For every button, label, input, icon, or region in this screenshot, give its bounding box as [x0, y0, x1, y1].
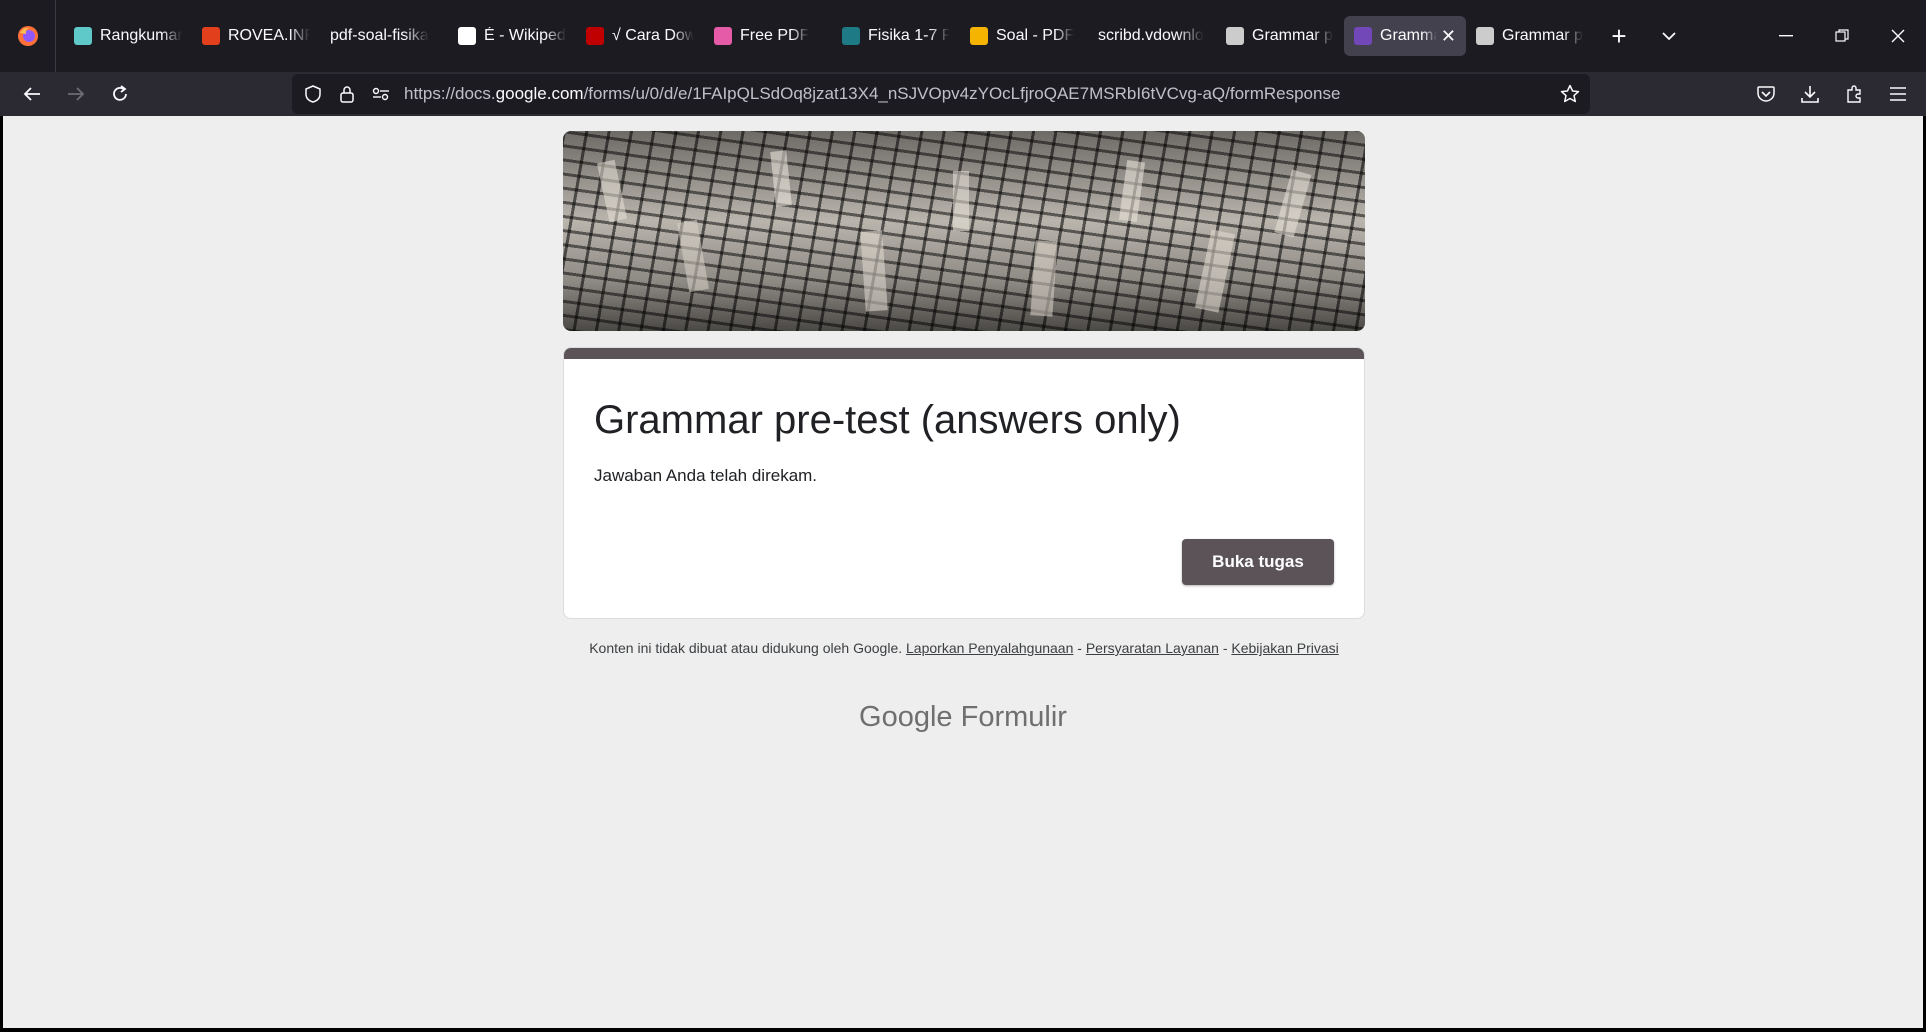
list-all-tabs-chevron-icon[interactable]: [1644, 16, 1694, 56]
browser-tab[interactable]: Rangkuman: [64, 16, 192, 56]
footer-separator: -: [1218, 640, 1232, 656]
footer-disclaimer: Konten ini tidak dibuat atau didukung ol…: [563, 639, 1365, 657]
browser-tab[interactable]: Fisika 1-7 P: [832, 16, 960, 56]
form-title: Grammar pre-test (answers only): [594, 398, 1181, 442]
window-controls: [1758, 0, 1926, 72]
tab-label: É - Wikipedia: [484, 27, 566, 44]
disclaimer-text: Konten ini tidak dibuat atau didukung ol…: [589, 640, 903, 656]
url-text: https://docs.google.com/forms/u/0/d/e/1F…: [404, 84, 1340, 104]
browser-tab[interactable]: Gramma ✕: [1344, 16, 1466, 56]
tab-bar: Rangkuman ROVEA.INFO pdf-soal-fisika É - Wi…: [0, 0, 1926, 72]
tab-label: Free PDF: [740, 27, 810, 44]
tab-label: ROVEA.INFO: [228, 27, 310, 44]
classroom-icon: [1226, 27, 1244, 45]
circle-logo-icon: [74, 27, 92, 45]
downloads-icon[interactable]: [1788, 72, 1832, 116]
pdf-icon: [714, 27, 732, 45]
tab-label: √ Cara Dow: [612, 27, 694, 44]
browser-tab[interactable]: Soal - PDF: [960, 16, 1088, 56]
browser-tab[interactable]: pdf-soal-fisika: [320, 16, 448, 56]
permissions-icon[interactable]: [364, 74, 398, 114]
tab-label: Soal - PDF: [996, 27, 1075, 44]
browser-tab[interactable]: scribd.vdownlo: [1088, 16, 1216, 56]
browser-tab[interactable]: Grammar p: [1466, 16, 1594, 56]
page-content: Grammar pre-test (answers only) Jawaban …: [3, 116, 1923, 1028]
url-prefix: https://docs.: [404, 84, 496, 103]
gmail-m-icon: [586, 27, 604, 45]
minimize-icon[interactable]: [1758, 0, 1814, 72]
browser-tab[interactable]: É - Wikipedia: [448, 16, 576, 56]
tab-label: scribd.vdownlo: [1098, 27, 1204, 44]
close-window-icon[interactable]: [1870, 0, 1926, 72]
forms-wordmark: Formulir: [960, 701, 1067, 733]
header-banner-image: [563, 131, 1365, 331]
close-tab-icon[interactable]: ✕: [1437, 26, 1456, 47]
terms-of-service-link[interactable]: Persyaratan Layanan: [1086, 640, 1219, 656]
wikipedia-icon: [458, 27, 476, 45]
confirmation-message: Jawaban Anda telah direkam.: [594, 466, 818, 485]
url-bar[interactable]: https://docs.google.com/forms/u/0/d/e/1F…: [292, 74, 1590, 114]
lock-icon[interactable]: [330, 74, 364, 114]
privacy-policy-link[interactable]: Kebijakan Privasi: [1231, 640, 1338, 656]
footer-separator: -: [1073, 640, 1086, 656]
google-wordmark: Google: [859, 701, 953, 733]
new-tab-plus-icon[interactable]: +: [1594, 16, 1644, 56]
navigation-bar: https://docs.google.com/forms/u/0/d/e/1F…: [0, 72, 1926, 116]
forward-arrow-icon[interactable]: [54, 72, 98, 116]
form-response-card: Grammar pre-test (answers only) Jawaban …: [563, 347, 1365, 619]
tab-strip: Rangkuman ROVEA.INFO pdf-soal-fisika É - Wi…: [56, 0, 1594, 72]
card-accent-bar: [564, 348, 1364, 359]
toolbar-right: [1744, 72, 1926, 116]
pocket-icon[interactable]: [1744, 72, 1788, 116]
browser-tab[interactable]: √ Cara Dow: [576, 16, 704, 56]
browser-tab[interactable]: Free PDF: [704, 16, 832, 56]
url-host: google.com: [495, 84, 584, 103]
forms-icon: [1354, 27, 1372, 45]
classroom-icon: [1476, 27, 1494, 45]
tab-label: Gramma: [1380, 27, 1437, 44]
tracking-shield-icon[interactable]: [296, 74, 330, 114]
report-abuse-link[interactable]: Laporkan Penyalahgunaan: [906, 640, 1073, 656]
restore-icon[interactable]: [1814, 0, 1870, 72]
back-arrow-icon[interactable]: [10, 72, 54, 116]
tab-label: Grammar p: [1502, 27, 1583, 44]
firefox-menu-icon[interactable]: [0, 0, 56, 72]
bookmark-star-icon[interactable]: [1550, 84, 1590, 104]
browser-tab[interactable]: Grammar p: [1216, 16, 1344, 56]
browser-tab[interactable]: ROVEA.INFO: [192, 16, 320, 56]
hamburger-menu-icon[interactable]: [1876, 72, 1920, 116]
reload-icon[interactable]: [98, 72, 142, 116]
open-assignment-button[interactable]: Buka tugas: [1182, 539, 1334, 585]
tab-label: Rangkuman: [100, 27, 182, 44]
tab-label: Grammar p: [1252, 27, 1333, 44]
scribd-icon: [842, 27, 860, 45]
google-forms-logo[interactable]: Google Formulir: [3, 701, 1923, 734]
url-path: /forms/u/0/d/e/1FAIpQLSdOq8jzat13X4_nSJV…: [583, 84, 1341, 103]
tab-label: pdf-soal-fisika: [330, 27, 429, 44]
tab-label: Fisika 1-7 P: [868, 27, 950, 44]
bolt-icon: [970, 27, 988, 45]
extensions-puzzle-icon[interactable]: [1832, 72, 1876, 116]
office-icon: [202, 27, 220, 45]
